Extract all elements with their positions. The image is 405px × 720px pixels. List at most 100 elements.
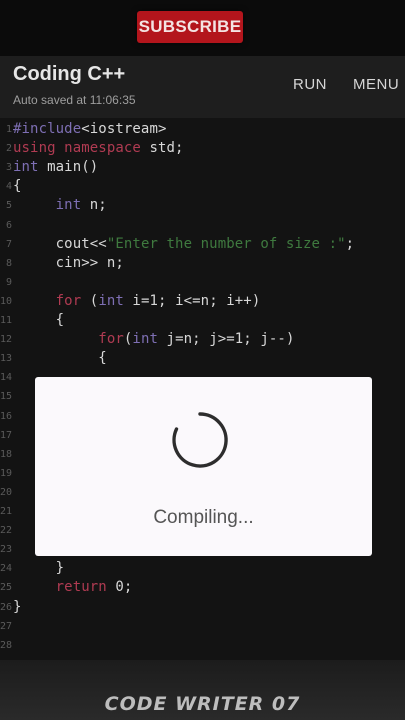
line-number: 4: [5, 181, 12, 193]
code-token: std;: [140, 140, 184, 157]
compiling-message: Compiling...: [153, 507, 254, 528]
line-number: 2: [5, 143, 12, 155]
code-token: int: [98, 292, 124, 309]
code-token: return: [55, 579, 107, 596]
line-number: 7: [5, 238, 12, 250]
code-token: cout<<: [13, 235, 107, 252]
loading-spinner-icon: [172, 412, 228, 468]
line-number: 1: [5, 124, 12, 135]
autosave-status: Auto saved at 11:06:35: [13, 93, 136, 107]
line-number: 19: [0, 467, 13, 479]
code-token: #include: [13, 121, 82, 137]
code-text[interactable]: }: [13, 598, 22, 617]
code-token: j=n; j>=1; j--): [158, 331, 295, 348]
code-token: 0;: [106, 579, 133, 596]
code-line[interactable]: 28: [0, 636, 405, 655]
code-token: {: [13, 350, 107, 367]
line-number: 18: [0, 448, 13, 460]
line-number: 27: [0, 620, 13, 632]
line-number: 6: [5, 219, 12, 231]
code-line[interactable]: 2 using namespace std;: [0, 139, 405, 158]
code-line[interactable]: 4{: [0, 177, 405, 196]
code-text[interactable]: int main(): [13, 158, 98, 177]
code-token: n;: [81, 197, 107, 214]
line-number: 28: [0, 639, 13, 651]
code-text[interactable]: {: [13, 177, 22, 196]
code-token: ;: [345, 235, 355, 252]
line-number: 25: [0, 582, 13, 594]
line-number: 20: [0, 486, 13, 498]
subscribe-button[interactable]: SUBSCRIBE: [137, 11, 243, 43]
code-token: int: [13, 159, 39, 176]
code-line[interactable]: 8 cin>> n;: [0, 254, 405, 273]
code-text[interactable]: #include<iostream>: [13, 120, 167, 139]
code-line[interactable]: 13 {: [0, 349, 405, 368]
code-text[interactable]: cin>> n;: [13, 254, 124, 273]
code-line[interactable]: 11 {: [0, 311, 405, 330]
line-number: 8: [5, 257, 12, 269]
code-text[interactable]: for (int i=1; i<=n; i++): [13, 292, 261, 311]
code-token: for: [98, 331, 124, 348]
code-token: {: [13, 312, 65, 328]
code-token: i=1; i<=n; i++): [123, 292, 261, 309]
line-number: 9: [5, 276, 12, 288]
code-line[interactable]: 10 for (int i=1; i<=n; i++): [0, 292, 405, 311]
code-token: }: [13, 560, 65, 577]
code-text[interactable]: for(int j=n; j>=1; j--): [13, 330, 294, 349]
code-line[interactable]: 24 }: [0, 559, 405, 578]
line-number: 10: [0, 295, 13, 307]
code-text[interactable]: cout<<"Enter the number of size :";: [13, 235, 354, 254]
compiling-dialog: Compiling...: [35, 377, 372, 556]
code-token: for: [55, 292, 82, 309]
code-line[interactable]: 25 return 0;: [0, 578, 405, 597]
code-token: }: [13, 598, 22, 615]
code-token: (: [81, 292, 99, 309]
line-number: 21: [0, 506, 13, 517]
code-text[interactable]: {: [13, 311, 64, 330]
code-line[interactable]: 1 #include<iostream>: [0, 120, 405, 139]
code-token: "Enter the number of size :": [106, 235, 346, 252]
line-number: 13: [0, 353, 13, 365]
menu-button[interactable]: MENU: [353, 76, 399, 93]
code-token: <iostream>: [81, 121, 167, 137]
app-header: Coding C++ Auto saved at 11:06:35 RUN ME…: [0, 56, 405, 118]
code-token: int: [132, 331, 159, 348]
line-number: 5: [5, 200, 12, 212]
code-text[interactable]: int n;: [13, 196, 107, 215]
run-button[interactable]: RUN: [293, 76, 327, 93]
code-line[interactable]: 5 int n;: [0, 196, 405, 215]
app-title: Coding C++: [13, 63, 126, 85]
code-line[interactable]: 7 cout<<"Enter the number of size :";: [0, 235, 405, 254]
line-number: 16: [0, 410, 13, 422]
code-text[interactable]: {: [13, 349, 107, 368]
code-token: main(): [38, 159, 99, 176]
code-token: using namespace: [13, 140, 141, 157]
code-line[interactable]: 9: [0, 273, 405, 292]
line-number: 26: [0, 601, 13, 613]
line-number: 23: [0, 544, 13, 556]
code-line[interactable]: 12 for(int j=n; j>=1; j--): [0, 330, 405, 349]
code-text[interactable]: using namespace std;: [13, 139, 184, 158]
code-token: {: [13, 178, 22, 195]
line-number: 17: [0, 429, 13, 441]
code-token: cin>> n;: [13, 254, 124, 271]
line-number: 15: [0, 391, 13, 403]
line-number: 12: [0, 334, 13, 346]
code-text[interactable]: return 0;: [13, 578, 133, 597]
line-number: 14: [0, 372, 13, 384]
code-token: int: [55, 197, 82, 214]
line-number: 3: [5, 162, 12, 174]
code-line[interactable]: 3 int main(): [0, 158, 405, 177]
code-line[interactable]: 27: [0, 617, 405, 636]
line-number: 22: [0, 525, 13, 537]
code-text[interactable]: }: [13, 559, 64, 578]
code-line[interactable]: 26}: [0, 598, 405, 617]
channel-watermark: CODE WRITER 07: [104, 693, 301, 715]
line-number: 24: [0, 563, 13, 575]
line-number: 11: [0, 315, 13, 326]
code-line[interactable]: 6: [0, 216, 405, 235]
